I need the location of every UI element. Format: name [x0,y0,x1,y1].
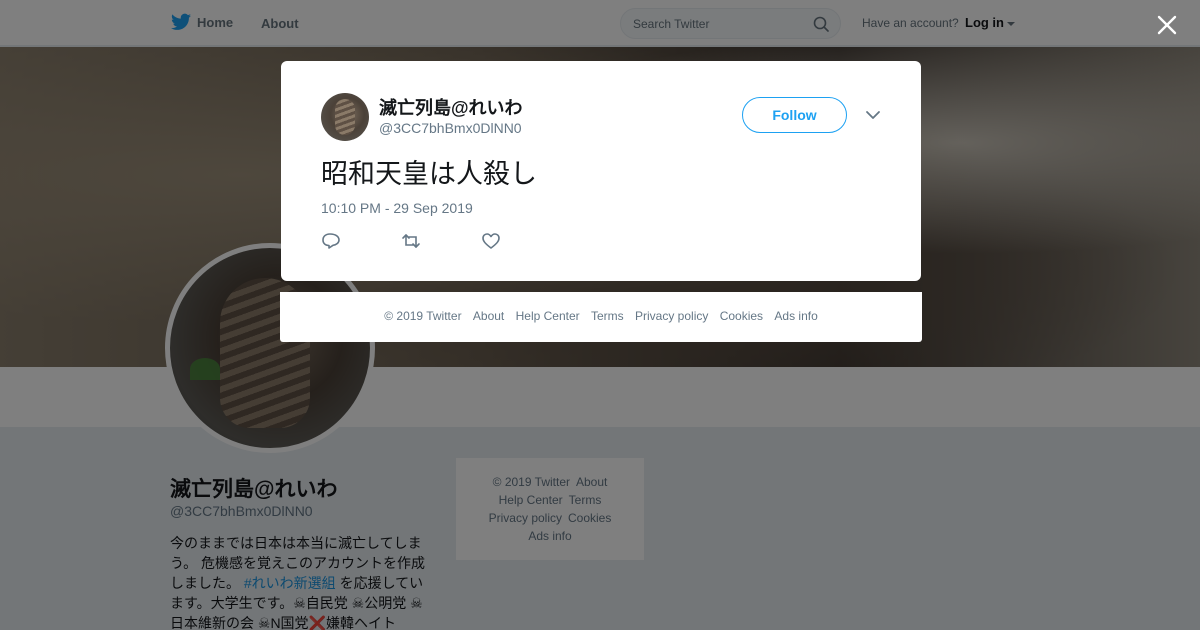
heart-icon[interactable] [481,232,501,250]
chevron-down-icon[interactable] [865,109,881,121]
tweet-author-handle[interactable]: @3CC7bhBmx0DlNN0 [379,120,522,136]
retweet-icon[interactable] [401,232,421,250]
footer-help-link[interactable]: Help Center [516,309,580,323]
tweet-author-avatar[interactable] [321,93,369,141]
footer-cookies-link[interactable]: Cookies [720,309,763,323]
footer-ads-link[interactable]: Ads info [774,309,817,323]
close-icon[interactable] [1155,13,1179,37]
modal-footer: © 2019 Twitter About Help Center Terms P… [280,292,922,342]
footer-copyright: © 2019 Twitter [384,309,462,323]
cat-photo [335,99,355,135]
footer-terms-link[interactable]: Terms [591,309,624,323]
tweet-author-name[interactable]: 滅亡列島@れいわ [379,94,523,120]
tweet-text: 昭和天皇は人殺し [321,159,537,190]
follow-button[interactable]: Follow [742,97,847,133]
tweet-card: 滅亡列島@れいわ @3CC7bhBmx0DlNN0 Follow 昭和天皇は人殺… [281,61,921,281]
footer-about-link[interactable]: About [473,309,504,323]
footer-privacy-link[interactable]: Privacy policy [635,309,708,323]
tweet-timestamp[interactable]: 10:10 PM - 29 Sep 2019 [321,200,473,216]
reply-icon[interactable] [321,232,341,250]
